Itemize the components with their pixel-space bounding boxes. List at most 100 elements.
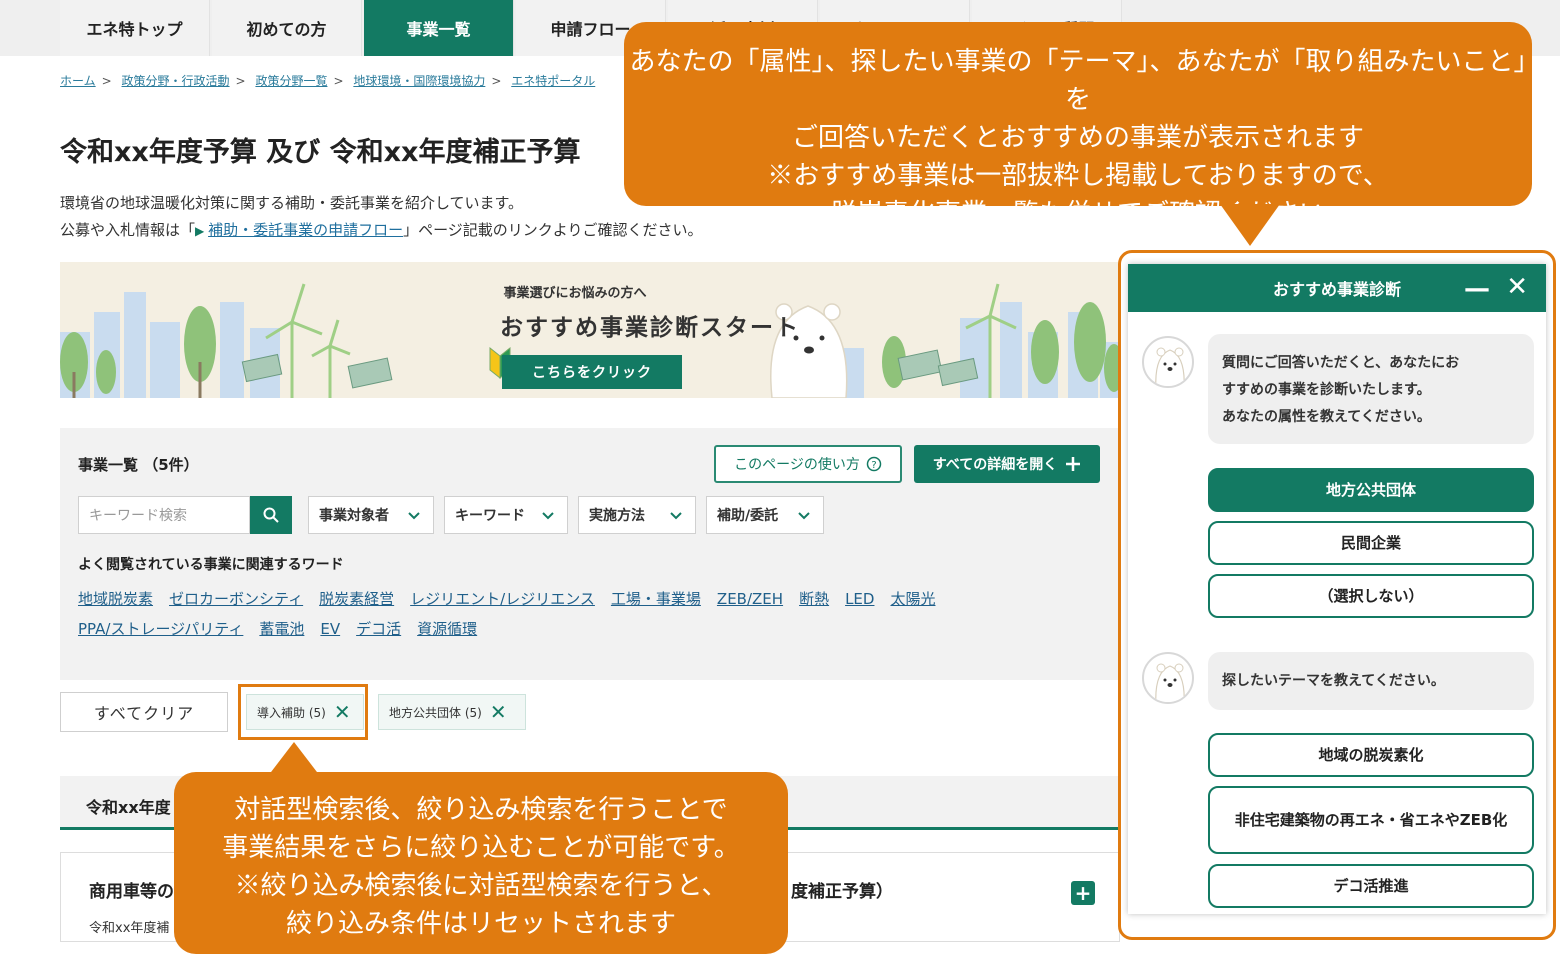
filter-chip-label: 地方公共団体 (5) xyxy=(389,705,482,720)
breadcrumb-portal[interactable]: エネ特ポータル xyxy=(511,74,595,88)
popular-words-row-2: PPA/ストレージパリティ 蓄電池 EV デコ活 資源循環 xyxy=(78,618,493,639)
word-link[interactable]: 工場・事業場 xyxy=(611,590,701,608)
nav-tab-projects[interactable]: 事業一覧 xyxy=(364,0,514,56)
dropdown-method-label: 実施方法 xyxy=(589,508,645,524)
howto-label: このページの使い方 xyxy=(734,457,860,473)
callout-pointer xyxy=(1220,204,1280,246)
word-link[interactable]: レジリエント/レジリエンス xyxy=(410,590,595,608)
nav-tab-top[interactable]: エネ特トップ xyxy=(60,0,210,56)
popular-words-label: よく閲覧されている事業に関連するワード xyxy=(78,557,344,573)
dropdown-keyword-label: キーワード xyxy=(455,508,525,524)
chat-question-1-line: すすめの事業を診断いたします。 xyxy=(1222,382,1431,398)
callout-text: ※おすすめ事業は一部抜粋し掲載しておりますので、 xyxy=(767,160,1389,190)
chat-header: おすすめ事業診断 — ✕ xyxy=(1128,264,1546,312)
nav-tab-first-time[interactable]: 初めての方 xyxy=(212,0,362,56)
callout-text: あなたの「属性」、探したい事業の「テーマ」、あなたが「取り組みたいこと」を xyxy=(629,46,1527,114)
option-non-residential-zeb[interactable]: 非住宅建築物の再エネ・省エネやZEB化 xyxy=(1208,786,1534,854)
chevron-down-icon xyxy=(408,512,420,520)
breadcrumb: ホーム > 政策分野・行政活動 > 政策分野一覧 > 地球環境・国際環境協力 > エネ特… xyxy=(60,74,596,88)
open-all-label: すべての詳細を開く xyxy=(932,457,1058,473)
callout-text: ご回答いただくとおすすめの事業が表示されます xyxy=(791,122,1364,152)
breadcrumb-policy[interactable]: 政策分野・行政活動 xyxy=(122,74,230,88)
breadcrumb-policy-list[interactable]: 政策分野一覧 xyxy=(255,74,327,88)
chat-question-1-line: あなたの属性を教えてください。 xyxy=(1222,409,1431,425)
project-card-title-tail: 度補正予算） xyxy=(791,882,893,902)
chat-question-1: 質問にご回答いただくと、あなたにお すすめの事業を診断いたします。 あなたの属性… xyxy=(1208,334,1534,444)
option-local-government[interactable]: 地方公共団体 xyxy=(1208,468,1534,512)
callout-chat-explanation: あなたの「属性」、探したい事業の「テーマ」、あなたが「取り組みたいこと」を ご回… xyxy=(624,22,1532,228)
page-description: 環境省の地球温暖化対策に関する補助・委託事業を紹介しています。 xyxy=(60,194,524,212)
project-card-subtitle: 令和xx年度補 xyxy=(89,921,170,936)
word-link[interactable]: EV xyxy=(320,620,340,638)
banner-click-button[interactable]: こちらをクリック xyxy=(502,355,682,389)
callout-text: 対話型検索後、絞り込み検索を行うことで xyxy=(234,794,728,824)
banner-title: おすすめ事業診断スタート xyxy=(500,315,800,341)
triangle-icon: ▶ xyxy=(195,224,209,238)
option-no-selection[interactable]: （選択しない） xyxy=(1208,574,1534,618)
word-link[interactable]: 資源循環 xyxy=(417,620,477,638)
diagnosis-banner[interactable]: 事業選びにお悩みの方へ おすすめ事業診断スタート こちらをクリック xyxy=(60,262,1120,398)
callout-text: 脱炭素化事業一覧も併せてご確認ください xyxy=(830,198,1325,228)
page-title: 令和xx年度予算 及び 令和xx年度補正予算 xyxy=(60,137,581,168)
filter-chip-local-gov[interactable]: 地方公共団体 (5) ✕ xyxy=(378,694,526,730)
clear-all-button[interactable]: すべてクリア xyxy=(60,692,228,732)
chat-question-2: 探したいテーマを教えてください。 xyxy=(1208,652,1534,710)
howto-button[interactable]: このページの使い方 ? xyxy=(714,445,902,483)
project-count-title: 事業一覧 （5件） xyxy=(78,456,199,474)
word-link[interactable]: 蓄電池 xyxy=(259,620,304,638)
dropdown-subsidy[interactable]: 補助/委託 xyxy=(706,496,824,534)
option-private-company[interactable]: 民間企業 xyxy=(1208,521,1534,565)
word-link[interactable]: デコ活 xyxy=(356,620,401,638)
dropdown-subsidy-label: 補助/委託 xyxy=(717,508,779,524)
breadcrumb-home[interactable]: ホーム xyxy=(60,74,96,88)
callout-pointer xyxy=(268,742,320,776)
word-link[interactable]: 脱炭素経営 xyxy=(319,590,394,608)
search-panel: 事業一覧 （5件） このページの使い方 ? すべての詳細を開く キーワード検索 … xyxy=(60,428,1120,680)
desc-prefix: 公募や入札情報は「 xyxy=(60,221,196,239)
help-circle-icon: ? xyxy=(866,456,882,472)
word-link[interactable]: ZEB/ZEH xyxy=(717,590,783,608)
chat-title: おすすめ事業診断 xyxy=(1272,280,1401,299)
word-link[interactable]: 断熱 xyxy=(799,590,829,608)
chevron-down-icon xyxy=(542,512,554,520)
chevron-down-icon xyxy=(798,512,810,520)
word-link[interactable]: 太陽光 xyxy=(890,590,935,608)
results-section-title: 令和xx年度 xyxy=(86,798,171,817)
minimize-icon[interactable]: — xyxy=(1464,274,1490,304)
search-button[interactable] xyxy=(250,496,292,534)
svg-text:?: ? xyxy=(871,460,876,471)
open-all-details-button[interactable]: すべての詳細を開く xyxy=(914,445,1100,483)
option-regional-decarbonization[interactable]: 地域の脱炭素化 xyxy=(1208,733,1534,777)
page-description-2: 公募や入札情報は「▶ 補助・委託事業の申請フロー」ページ記載のリンクよりご確認く… xyxy=(60,219,702,240)
word-link[interactable]: 地域脱炭素 xyxy=(78,590,153,608)
application-flow-link[interactable]: 補助・委託事業の申請フロー xyxy=(208,221,403,239)
word-link[interactable]: LED xyxy=(845,590,874,608)
word-link[interactable]: PPA/ストレージパリティ xyxy=(78,620,243,638)
chat-question-1-line: 質問にご回答いただくと、あなたにお xyxy=(1222,355,1460,371)
bear-avatar-icon xyxy=(1142,652,1194,704)
dropdown-method[interactable]: 実施方法 xyxy=(578,496,696,534)
callout-filter-explanation: 対話型検索後、絞り込み検索を行うことで 事業結果をさらに絞り込むことが可能です。… xyxy=(174,772,788,954)
callout-text: 絞り込み条件はリセットされます xyxy=(285,908,676,938)
expand-plus-icon[interactable]: + xyxy=(1071,881,1095,905)
word-link[interactable]: ゼロカーボンシティ xyxy=(169,590,303,608)
close-icon[interactable]: ✕ xyxy=(1506,272,1528,302)
breadcrumb-global-env[interactable]: 地球環境・国際環境協力 xyxy=(353,74,485,88)
dropdown-target[interactable]: 事業対象者 xyxy=(308,496,434,534)
search-icon xyxy=(263,507,279,523)
chevron-down-icon xyxy=(670,512,682,520)
option-decokatsu[interactable]: デコ活推進 xyxy=(1208,864,1534,908)
highlight-frame xyxy=(238,684,368,740)
banner-subtitle: 事業選びにお悩みの方へ xyxy=(503,286,647,301)
dropdown-target-label: 事業対象者 xyxy=(319,508,389,524)
popular-words-row-1: 地域脱炭素 ゼロカーボンシティ 脱炭素経営 レジリエント/レジリエンス 工場・事業場 ZE… xyxy=(78,588,951,609)
keyword-search-input[interactable]: キーワード検索 xyxy=(78,496,250,534)
diagnosis-chat-widget: おすすめ事業診断 — ✕ 質問にご回答いただくと、あなたにお すすめの事業を診断… xyxy=(1128,264,1546,914)
dropdown-keyword[interactable]: キーワード xyxy=(444,496,568,534)
bear-avatar-icon xyxy=(1142,336,1194,388)
plus-icon xyxy=(1066,457,1081,471)
callout-text: ※絞り込み検索後に対話型検索を行うと、 xyxy=(234,870,728,900)
callout-text: 事業結果をさらに絞り込むことが可能です。 xyxy=(222,832,740,862)
project-card-title: 商用車等の xyxy=(89,882,174,902)
close-icon[interactable]: ✕ xyxy=(490,700,507,724)
